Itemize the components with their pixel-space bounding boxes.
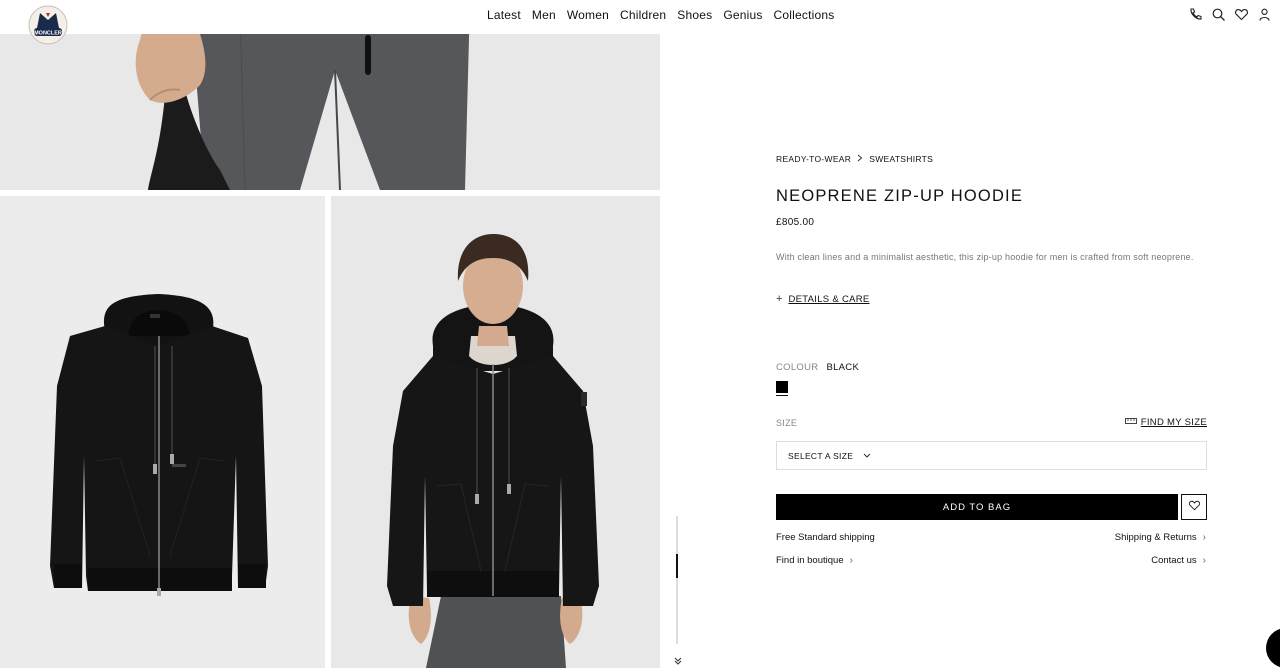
find-in-boutique-label: Find in boutique — [776, 555, 844, 566]
add-to-bag-button[interactable]: ADD TO BAG — [776, 494, 1178, 520]
nav-collections[interactable]: Collections — [774, 8, 835, 22]
chevron-down-icon — [863, 451, 871, 461]
nav-genius[interactable]: Genius — [723, 8, 762, 22]
shipping-returns-label: Shipping & Returns — [1114, 532, 1197, 543]
colour-label: COLOUR — [776, 362, 819, 373]
chevron-right-icon: › — [1202, 532, 1206, 543]
free-shipping-text: Free Standard shipping — [776, 532, 875, 543]
nav-children[interactable]: Children — [620, 8, 666, 22]
product-price: £805.00 — [776, 217, 815, 228]
svg-text:MONCLER: MONCLER — [34, 31, 62, 37]
contact-us-label: Contact us — [1151, 555, 1197, 566]
shipping-returns-link[interactable]: Shipping & Returns › — [1115, 532, 1206, 543]
gallery-scrollbar[interactable] — [676, 516, 678, 644]
product-image-front[interactable] — [0, 196, 325, 668]
colour-swatch-black[interactable] — [776, 381, 788, 393]
scroll-down-icon[interactable] — [673, 656, 683, 666]
colour-value: BLACK — [826, 362, 860, 373]
find-my-size-link[interactable]: FIND MY SIZE — [1124, 417, 1207, 428]
chat-launcher-button[interactable] — [1266, 628, 1280, 668]
site-header: MONCLER Latest Men Women Children Shoes … — [0, 0, 1280, 45]
nav-women[interactable]: Women — [567, 8, 609, 22]
search-icon[interactable] — [1211, 7, 1226, 22]
chevron-right-icon: › — [1202, 555, 1206, 566]
product-image-model[interactable] — [331, 196, 660, 668]
ruler-icon — [1124, 417, 1137, 428]
product-title: NEOPRENE ZIP-UP HOODIE — [776, 187, 1024, 205]
colour-info: COLOUR BLACK — [776, 362, 859, 373]
main-nav: Latest Men Women Children Shoes Genius C… — [487, 8, 834, 22]
details-care-label: DETAILS & CARE — [788, 293, 870, 305]
user-icon[interactable] — [1257, 7, 1272, 22]
nav-men[interactable]: Men — [532, 8, 556, 22]
product-description: With clean lines and a minimalist aesthe… — [776, 252, 1194, 262]
add-to-wishlist-button[interactable] — [1181, 494, 1207, 520]
heart-icon — [1188, 498, 1201, 516]
shipping-row: Free Standard shipping Shipping & Return… — [776, 532, 1206, 543]
boutique-row: Find in boutique › Contact us › — [776, 555, 1206, 566]
chevron-right-icon: › — [849, 555, 853, 566]
size-select-placeholder: SELECT A SIZE — [788, 450, 854, 461]
find-in-boutique-link[interactable]: Find in boutique › — [776, 555, 853, 566]
heart-icon[interactable] — [1234, 7, 1249, 22]
details-care-toggle[interactable]: + DETAILS & CARE — [776, 293, 870, 305]
phone-icon[interactable] — [1188, 7, 1203, 22]
find-my-size-label: FIND MY SIZE — [1140, 417, 1207, 428]
brand-logo[interactable]: MONCLER — [24, 3, 72, 47]
size-label: SIZE — [776, 418, 798, 428]
breadcrumb-ready-to-wear[interactable]: READY-TO-WEAR — [776, 154, 851, 164]
product-gallery — [0, 0, 660, 668]
chevron-right-icon — [857, 154, 863, 164]
nav-shoes[interactable]: Shoes — [677, 8, 712, 22]
size-select[interactable]: SELECT A SIZE — [776, 441, 1207, 470]
contact-us-link[interactable]: Contact us › — [1151, 555, 1206, 566]
gallery-scroll-thumb[interactable] — [676, 554, 678, 578]
breadcrumb: READY-TO-WEAR SWEATSHIRTS — [776, 154, 933, 164]
breadcrumb-sweatshirts[interactable]: SWEATSHIRTS — [869, 154, 933, 164]
swatch-selected-indicator — [776, 395, 788, 396]
header-tools — [1188, 7, 1272, 22]
nav-latest[interactable]: Latest — [487, 8, 521, 22]
plus-icon: + — [776, 293, 783, 305]
product-panel: READY-TO-WEAR SWEATSHIRTS NEOPRENE ZIP-U… — [776, 0, 1208, 668]
